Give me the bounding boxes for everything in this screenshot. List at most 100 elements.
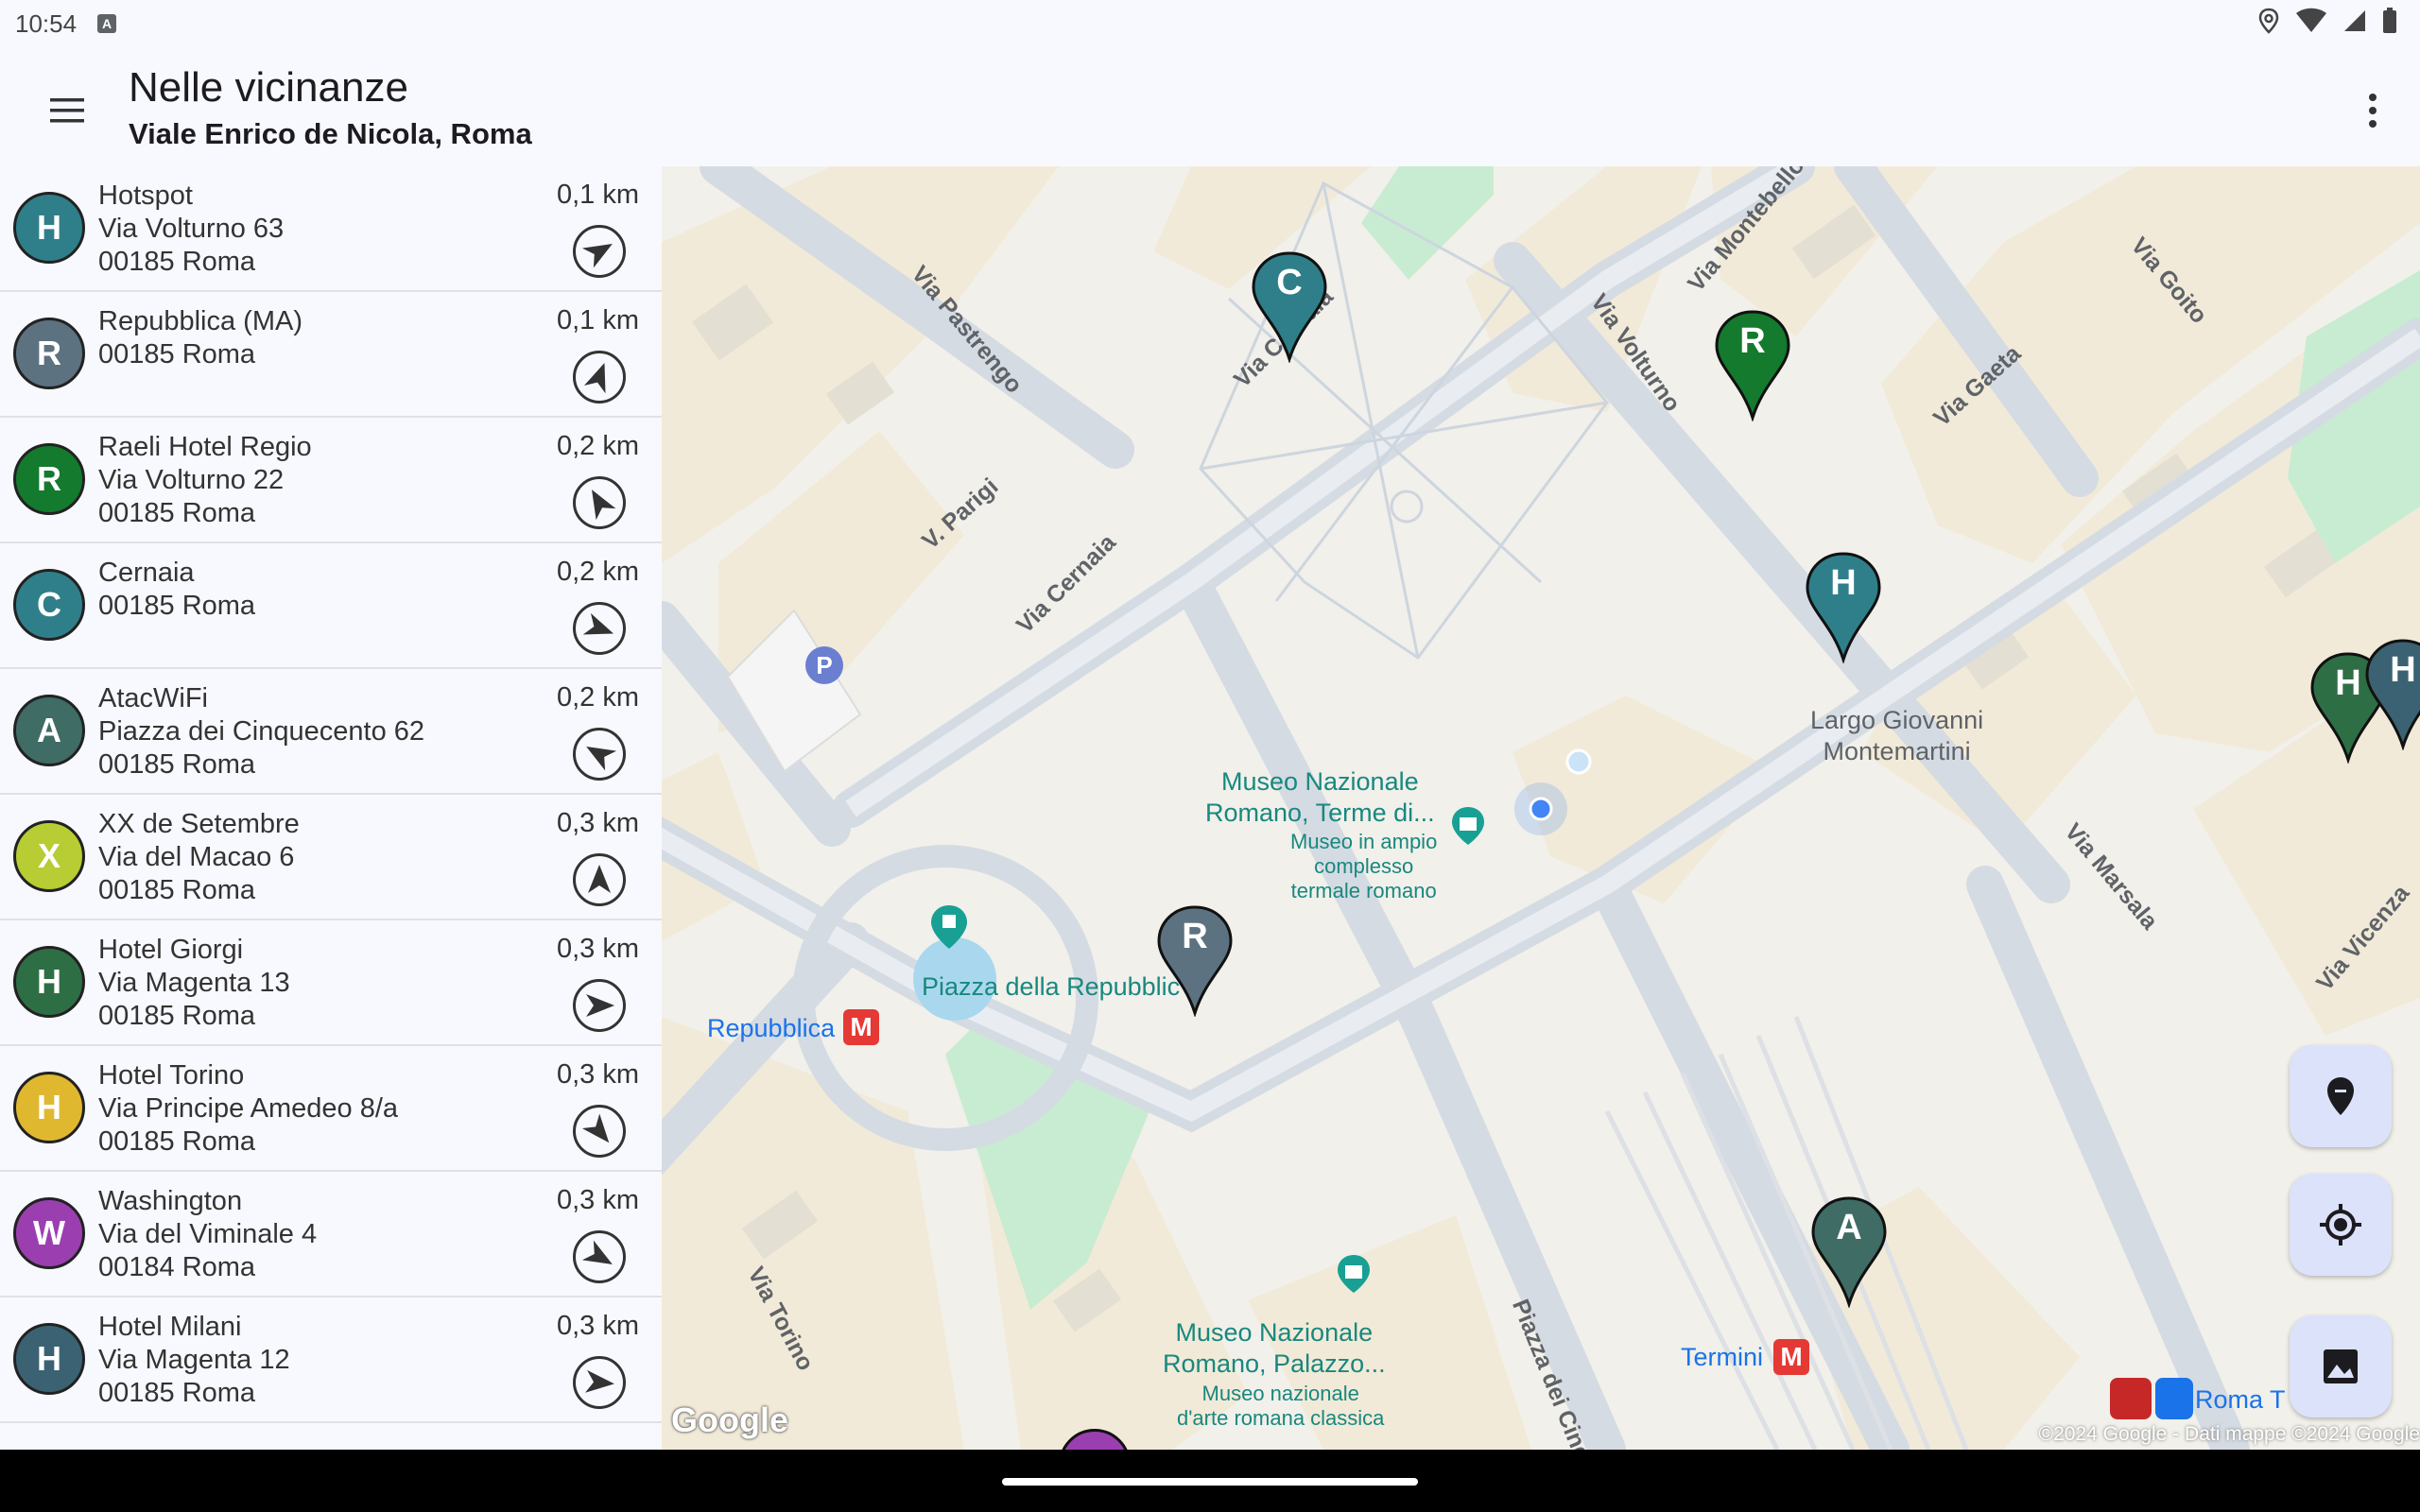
museo-palazzo-label[interactable]: Museo Nazionale Romano, Palazzo...: [1163, 1317, 1386, 1380]
direction-button[interactable]: [573, 476, 626, 529]
metro-repubblica-label[interactable]: Repubblica: [707, 1013, 835, 1044]
direction-button[interactable]: [573, 602, 626, 655]
place-address: Via Volturno 63: [98, 214, 285, 244]
place-text: Hotel Milani Via Magenta 12 00185 Roma: [98, 1311, 290, 1410]
museo-palazzo-description: Museo nazionale d'arte romana classica: [1177, 1382, 1385, 1430]
app-bar: Nelle vicinanze Viale Enrico de Nicola, …: [0, 47, 2420, 166]
direction-arrow-icon: [582, 612, 614, 635]
status-time: 10:54: [15, 9, 78, 38]
direction-arrow-icon: [586, 747, 617, 771]
direction-button[interactable]: [573, 979, 626, 1032]
place-name: Hotel Torino: [98, 1060, 245, 1091]
nearby-list[interactable]: H Hotspot Via Volturno 63 00185 Roma 0,1 km R…: [0, 166, 662, 1450]
navigation-bar: [0, 1450, 2420, 1512]
place-address-2: 00185 Roma: [98, 1378, 256, 1408]
roma-termini-label[interactable]: Roma T: [2195, 1385, 2286, 1415]
museum-icon[interactable]: [1449, 805, 1487, 847]
place-address-2: 00185 Roma: [98, 875, 256, 905]
place-text: Hotspot Via Volturno 63 00185 Roma: [98, 180, 284, 279]
map-pin-h[interactable]: H: [1804, 550, 1883, 664]
place-name: Hotspot: [98, 180, 193, 211]
direction-button[interactable]: [573, 1230, 626, 1283]
place-address-2: 00184 Roma: [98, 1252, 256, 1282]
place-address: Via Magenta 12: [98, 1345, 290, 1375]
place-address: Via Volturno 22: [98, 465, 285, 495]
direction-arrow-icon: [585, 1369, 614, 1393]
place-avatar: H: [13, 946, 85, 1018]
direction-arrow-icon: [592, 490, 616, 521]
list-item[interactable]: A AtacWiFi Piazza dei Cinquecento 62 00185 …: [0, 669, 662, 795]
page-title: Nelle vicinanze: [129, 64, 408, 111]
image-icon: [2324, 1349, 2358, 1383]
piazza-label[interactable]: Piazza della Repubblic: [922, 971, 1180, 1003]
list-item[interactable]: H Hotel Giorgi Via Magenta 13 00185 Roma 0,3…: [0, 920, 662, 1046]
google-logo: Google: [671, 1400, 788, 1439]
menu-button[interactable]: [40, 83, 95, 138]
place-address-2: 00185 Roma: [98, 498, 256, 528]
place-address-2: 00185 Roma: [98, 247, 256, 277]
place-distance: 0,2 km: [556, 557, 639, 587]
place-address-2: 00185 Roma: [98, 1001, 256, 1031]
place-address: Piazza dei Cinquecento 62: [98, 716, 425, 747]
direction-button[interactable]: [573, 728, 626, 781]
wifi-status-icon: [2296, 8, 2326, 32]
list-item[interactable]: H Hotspot Via Volturno 63 00185 Roma 0,1 km: [0, 166, 662, 292]
list-item[interactable]: H Hotel Torino Via Principe Amedeo 8/a 0018…: [0, 1046, 662, 1172]
list-item[interactable]: H Hotel Milani Via Magenta 12 00185 Roma 0,3…: [0, 1297, 662, 1423]
map-pin-r[interactable]: R: [1155, 903, 1235, 1018]
home-gesture-handle[interactable]: [1002, 1478, 1418, 1486]
fountain-icon[interactable]: [928, 903, 970, 951]
more-vert-icon: [2369, 94, 2377, 128]
list-item[interactable]: R Raeli Hotel Regio Via Volturno 22 00185 R…: [0, 418, 662, 543]
museo-terme-label[interactable]: Museo Nazionale Romano, Terme di...: [1205, 766, 1435, 829]
notification-icon: A: [97, 14, 117, 33]
metro-termini-label[interactable]: Termini: [1681, 1342, 1763, 1373]
list-item[interactable]: W Washington Via del Viminale 4 00184 Roma 0…: [0, 1172, 662, 1297]
place-name: Washington: [98, 1186, 243, 1216]
my-location-icon: [2320, 1204, 2361, 1246]
direction-arrow-icon: [588, 865, 611, 893]
location-status-icon: [2258, 8, 2279, 34]
place-text: Raeli Hotel Regio Via Volturno 22 00185 Ro…: [98, 431, 312, 530]
place-text: XX de Setembre Via del Macao 6 00185 Roma: [98, 808, 300, 907]
place-marker-button[interactable]: [2290, 1045, 2392, 1147]
direction-arrow-icon: [581, 1240, 613, 1264]
map-type-button[interactable]: [2290, 1315, 2392, 1418]
place-name: Hotel Giorgi: [98, 935, 244, 965]
direction-arrow-icon: [586, 994, 614, 1017]
status-icons: [2257, 8, 2397, 34]
map-pin-h[interactable]: H: [2363, 637, 2420, 751]
place-distance: 0,3 km: [556, 1311, 639, 1341]
list-item[interactable]: C Cernaia 00185 Roma 0,2 km: [0, 543, 662, 669]
direction-button[interactable]: [573, 1356, 626, 1409]
direction-button[interactable]: [573, 853, 626, 906]
place-avatar: R: [13, 443, 85, 515]
museum-icon[interactable]: [1335, 1253, 1373, 1295]
place-text: AtacWiFi Piazza dei Cinquecento 62 00185 R…: [98, 682, 424, 782]
list-item[interactable]: R Repubblica (MA) 00185 Roma 0,1 km: [0, 292, 662, 418]
signal-status-icon: [2344, 10, 2365, 31]
place-text: Hotel Giorgi Via Magenta 13 00185 Roma: [98, 934, 290, 1033]
place-avatar: A: [13, 695, 85, 766]
direction-arrow-icon: [583, 362, 606, 394]
map-pin-r[interactable]: R: [1713, 308, 1792, 422]
map-pin-a[interactable]: A: [1809, 1194, 1889, 1309]
place-avatar: C: [13, 569, 85, 641]
my-location-button[interactable]: [2290, 1174, 2392, 1276]
direction-button[interactable]: [573, 351, 626, 404]
map-copyright: ©2024 Google - Dati mappe ©2024 Google: [2038, 1423, 2420, 1445]
map-view[interactable]: Via Pastrengo Via Cernaia V. Parigi Via …: [662, 166, 2420, 1450]
place-text: Repubblica (MA) 00185 Roma: [98, 305, 302, 371]
place-distance: 0,3 km: [556, 1185, 639, 1215]
place-text: Washington Via del Viminale 4 00184 Roma: [98, 1185, 317, 1284]
map-pin-c[interactable]: C: [1250, 249, 1329, 364]
metro-termini-icon: M: [1773, 1339, 1809, 1375]
map-base: [662, 166, 2420, 1450]
more-options-button[interactable]: [2354, 83, 2392, 138]
parking-icon[interactable]: P: [805, 646, 843, 684]
place-address-2: 00185 Roma: [98, 1126, 256, 1157]
place-avatar: H: [13, 192, 85, 264]
direction-button[interactable]: [573, 225, 626, 278]
list-item[interactable]: X XX de Setembre Via del Macao 6 00185 Roma…: [0, 795, 662, 920]
direction-button[interactable]: [573, 1105, 626, 1158]
